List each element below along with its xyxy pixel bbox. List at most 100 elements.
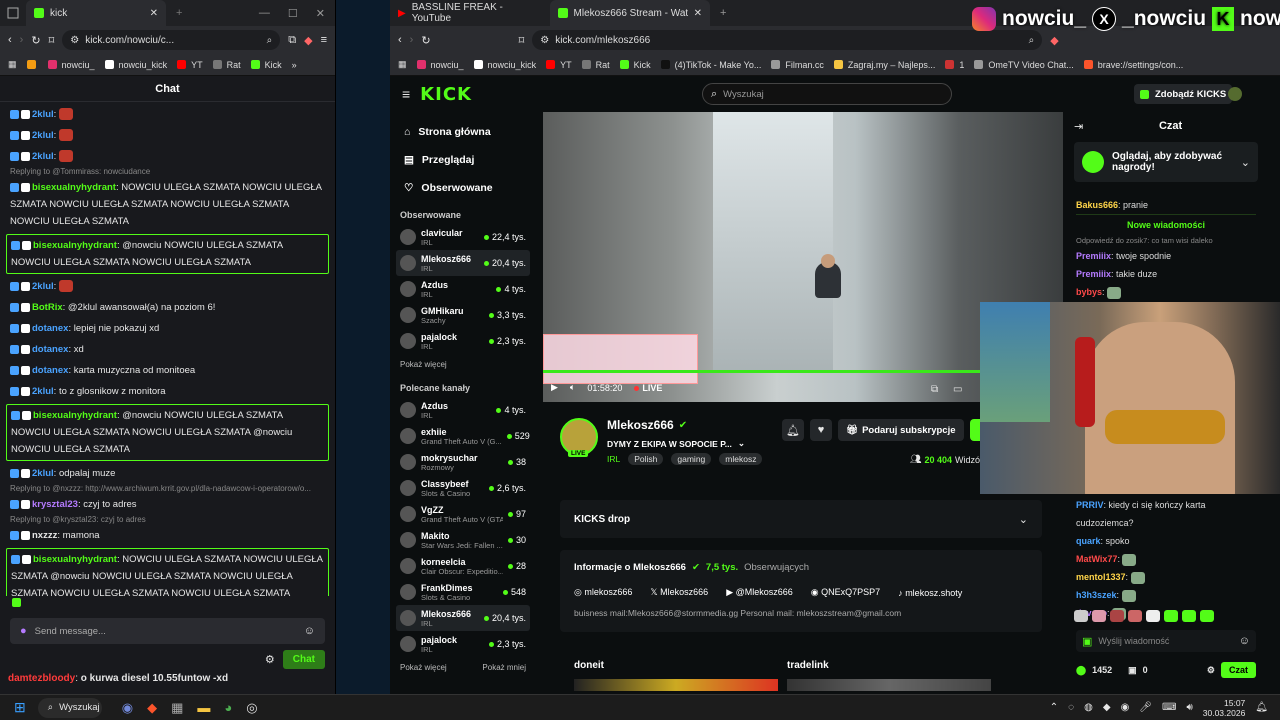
username[interactable]: bisexualnyhydrant [32,182,116,193]
back-icon[interactable]: ‹ [8,34,12,46]
channel-item[interactable]: Mlekosz666 IRL 20,4 tys. [396,250,530,276]
brave-icon[interactable]: ◆ [147,700,157,716]
username[interactable]: krysztal23 [32,499,78,510]
bookmark-item[interactable]: Filman.cc [771,60,824,70]
username[interactable]: damtezbloody [8,673,75,684]
apps-icon[interactable]: ▦ [8,59,17,70]
channel-item[interactable]: pajalock IRL 2,3 tys. [396,328,530,354]
url-field[interactable]: ⚙ kick.com/mlekosz666 ⌕ [532,30,1043,50]
bookmark-item[interactable]: (4)TikTok - Make Yo... [660,60,761,70]
bookmark-item[interactable]: nowciu_kick [473,60,536,70]
emote-picker-icon[interactable]: ▣ [1082,635,1092,648]
tag[interactable]: Polish [628,453,664,465]
panel-image[interactable] [787,679,991,691]
taskbar-search[interactable]: ⌕ Wyszukaj [37,697,102,718]
emote-icon[interactable] [1092,610,1106,622]
emote-icon[interactable] [1182,610,1196,622]
app-icon[interactable]: ▦ [171,700,183,716]
channel-item[interactable]: clavicular IRL 22,4 tys. [396,224,530,250]
show-more-link[interactable]: Pokaż więcej [400,663,447,672]
tray-app-icon[interactable]: ◆ [1103,702,1111,713]
channel-item[interactable]: Azdus IRL 4 tys. [396,276,530,302]
emote-icon[interactable] [1164,610,1178,622]
chat-input[interactable]: ● Send message... ☺ [10,618,325,644]
emote-icon[interactable] [1146,610,1160,622]
channel-item[interactable]: FrankDimes Slots & Casino 548 [396,579,530,605]
channel-item[interactable]: korneelcia Clair Obscur: Expeditio... 28 [396,553,530,579]
brave-shield-icon[interactable]: ◆ [1050,34,1058,47]
chat-send-button[interactable]: Chat [282,650,325,669]
discord-icon[interactable]: ◉ [122,700,133,716]
forward-icon[interactable]: › [20,34,24,46]
bookmark-item[interactable]: 1 [945,60,964,70]
bookmark-item[interactable]: nowciu_ [416,60,464,70]
category-link[interactable]: IRL [607,454,620,464]
channel-item[interactable]: mokrysuchar Rozmowy 38 [396,449,530,475]
forward-icon[interactable]: › [410,34,414,46]
chest-icon[interactable]: ▣ [1128,665,1137,676]
network-icon[interactable]: ⌨ [1162,702,1176,713]
tag[interactable]: gaming [671,453,712,465]
username[interactable]: dotanex [32,365,68,376]
follow-heart-icon[interactable]: ♥ [810,419,832,441]
kick-emote-icon[interactable] [12,597,21,607]
close-tab-icon[interactable]: ✕ [694,8,702,19]
notification-bell-icon[interactable]: 🔔︎ [782,419,804,441]
minimize-icon[interactable]: — [259,7,270,19]
tray-app-icon[interactable]: ◌ [1068,702,1074,713]
tray-chevron-icon[interactable]: ⌃ [1050,702,1058,713]
emote-icon[interactable] [1074,610,1088,622]
tag[interactable]: mlekosz [719,453,763,465]
user-avatar[interactable] [1228,87,1242,101]
emoji-icon[interactable]: ☺ [1239,635,1250,647]
left-tab[interactable]: kick ✕ [26,0,166,26]
clock[interactable]: 15:07 30.03.2026 [1203,698,1246,718]
channel-item[interactable]: pajalock IRL 2,3 tys. [396,631,530,657]
bookmark-icon[interactable]: ⌑ [49,34,55,47]
bookmark-item[interactable]: Rat [212,60,241,70]
notifications-icon[interactable]: 🔔︎ [1255,702,1268,713]
nav-home[interactable]: ⌂ Strona główna [396,118,530,146]
brave-shield-icon[interactable]: ◆ [304,34,312,47]
channel-item[interactable]: exhiie Grand Theft Auto V (G... 529 [396,423,530,449]
username[interactable]: dotanex [32,344,68,355]
bookmark-item[interactable]: YT [546,60,572,70]
reload-icon[interactable]: ↻ [421,34,430,47]
streamer-name[interactable]: Mlekosz666 [607,418,674,432]
tab-youtube[interactable]: ▶ BASSLINE FREAK - YouTube [390,0,550,26]
username[interactable]: 2klul [32,151,54,162]
chevron-down-icon[interactable]: ⌄ [1019,513,1028,526]
new-tab-icon[interactable]: + [176,7,182,19]
channel-item[interactable]: Classybeef Slots & Casino 2,6 tys. [396,475,530,501]
username[interactable]: MatWix77 [1076,554,1117,564]
bookmark-item[interactable]: Kick [250,60,282,70]
bookmark-item[interactable]: Kick [619,60,651,70]
new-tab-icon[interactable]: + [720,7,726,19]
nav-browse[interactable]: ▤ Przeglądaj [396,146,530,174]
youtube-link[interactable]: ▶ @Mlekosz666 [726,587,793,598]
bookmark-item[interactable]: Rat [581,60,610,70]
settings-gear-icon[interactable]: ⚙ [265,653,275,666]
username[interactable]: bisexualnyhydrant [33,410,117,421]
username[interactable]: dotanex [32,323,68,334]
windows-start-icon[interactable]: ⊞ [14,699,26,716]
emote-icon[interactable] [1200,610,1214,622]
site-info-icon[interactable]: ⚙ [540,35,549,46]
channel-item[interactable]: Mlekosz666 IRL 20,4 tys. [396,605,530,631]
username[interactable]: Bakus666 [1076,200,1118,210]
username[interactable]: bisexualnyhydrant [33,554,117,565]
volume-icon[interactable]: 🔊︎ [1186,702,1192,713]
username[interactable]: h3h3szek [1076,590,1117,600]
username[interactable]: Premiiix [1076,269,1111,279]
more-bookmarks-icon[interactable]: » [292,60,297,70]
close-tab-icon[interactable]: ✕ [150,8,158,19]
show-less-link[interactable]: Pokaż mniej [482,663,526,672]
username[interactable]: 2klul [32,130,54,141]
chevron-down-icon[interactable]: ⌄ [738,438,745,449]
apps-icon[interactable]: ▦ [398,59,407,70]
username[interactable]: bybys [1076,287,1102,297]
username[interactable]: 2klul [32,386,54,397]
collapse-chat-icon[interactable]: ⇥ [1074,120,1083,133]
username[interactable]: 2klul [32,281,54,292]
back-icon[interactable]: ‹ [398,34,402,46]
